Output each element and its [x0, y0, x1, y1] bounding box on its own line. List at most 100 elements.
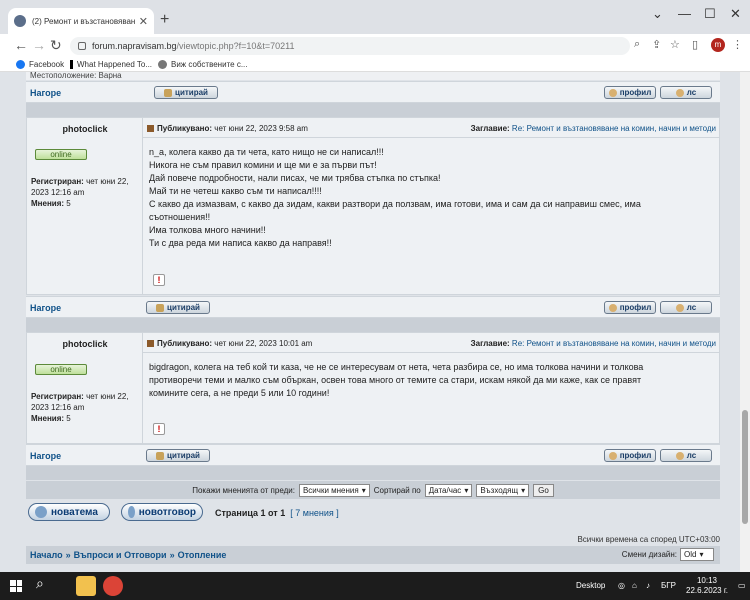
- profile-label: профил: [619, 451, 652, 460]
- breadcrumb-category[interactable]: Въпроси и Отговори: [74, 550, 167, 560]
- tab-title: (2) Ремонт и възстановяване на к: [32, 16, 135, 26]
- sidepanel-icon[interactable]: ▯: [692, 38, 698, 51]
- back-to-top-link[interactable]: Нагоре: [30, 303, 61, 313]
- post-icon: [147, 125, 154, 132]
- browser-tab[interactable]: (2) Ремонт и възстановяване на к ✕: [8, 8, 154, 34]
- timezone-note: Всички времена са според UTC+03:00: [577, 535, 720, 544]
- volume-icon[interactable]: ♪: [646, 581, 650, 590]
- post-header: Публикувано: чет юни 22, 2023 9:58 am За…: [143, 118, 719, 138]
- profile-button[interactable]: профил: [604, 449, 656, 462]
- profile-icon: [608, 451, 617, 460]
- chevron-down-icon: ▾: [521, 485, 526, 495]
- post-footer-row: Нагоре цитирай профил лс: [26, 444, 720, 466]
- profile-button[interactable]: профил: [604, 301, 656, 314]
- network-icon[interactable]: ⌂: [632, 581, 637, 590]
- bookmark-star-icon[interactable]: ☆: [670, 38, 680, 51]
- sort-order-select[interactable]: Възходящ ▾: [476, 483, 530, 497]
- zoom-icon[interactable]: ⌕: [634, 38, 640, 51]
- file-explorer-icon[interactable]: [76, 576, 96, 596]
- quote-icon: [156, 303, 165, 312]
- new-reply-icon: [128, 506, 135, 518]
- clock[interactable]: 10:13 22.6.2023 г.: [686, 576, 728, 596]
- post-line: n_a, колега какво да ти чета, като нищо …: [149, 147, 384, 157]
- share-icon[interactable]: ⇪: [652, 38, 661, 51]
- profile-button[interactable]: профил: [604, 86, 656, 99]
- quote-icon: [164, 88, 173, 97]
- post-separator: [26, 466, 720, 480]
- quote-button[interactable]: цитирай: [146, 301, 210, 314]
- facebook-icon: [16, 60, 25, 69]
- close-window-icon[interactable]: ✕: [730, 6, 741, 22]
- pm-icon: [675, 88, 684, 97]
- breadcrumb-forum[interactable]: Отопление: [178, 550, 227, 560]
- post: photoclick online Регистриран: чет юни 2…: [26, 117, 720, 295]
- url-domain: forum.napravisam.bg: [92, 41, 177, 51]
- author-column: photoclick online Регистриран: чет юни 2…: [27, 118, 143, 294]
- bookmark-what-happened[interactable]: What Happened To...: [70, 60, 152, 69]
- slash-icon: [70, 60, 73, 69]
- subject-link[interactable]: Re: Ремонт и възтановяване на комин, нач…: [512, 124, 716, 133]
- pm-button[interactable]: лс: [660, 301, 712, 314]
- profile-icon: [608, 303, 617, 312]
- author-name[interactable]: photoclick: [27, 339, 143, 349]
- chrome-icon[interactable]: [103, 576, 123, 596]
- windows-start-icon[interactable]: [10, 580, 22, 592]
- post-date: Публикувано: чет юни 22, 2023 9:58 am: [147, 124, 308, 133]
- new-tab-icon[interactable]: +: [160, 11, 169, 29]
- forward-icon[interactable]: →: [32, 37, 46, 53]
- back-to-top-link[interactable]: Нагоре: [30, 451, 61, 461]
- report-icon[interactable]: !: [153, 423, 165, 435]
- report-icon[interactable]: !: [153, 274, 165, 286]
- desktop-label[interactable]: Desktop: [576, 581, 605, 590]
- close-tab-icon[interactable]: ✕: [139, 15, 148, 28]
- breadcrumb-home[interactable]: Начало: [30, 550, 63, 560]
- scrollbar-thumb[interactable]: [742, 410, 748, 524]
- post-line: bigdragon, колега на теб кой ти каза, че…: [149, 362, 644, 372]
- sort-label: Сортирай по: [373, 485, 421, 495]
- pm-label: лс: [686, 303, 697, 312]
- profile-icon: [608, 88, 617, 97]
- chevron-down-icon: ▾: [361, 485, 366, 495]
- site-favicon-icon: [14, 15, 26, 27]
- quote-button[interactable]: цитирай: [146, 449, 210, 462]
- menu-icon[interactable]: ⋮: [732, 38, 743, 51]
- quote-button[interactable]: цитирай: [154, 86, 218, 99]
- pm-button[interactable]: лс: [660, 449, 712, 462]
- tab-bar: (2) Ремонт и възстановяване на к ✕ + ⌄ —…: [0, 0, 750, 34]
- chevron-down-icon[interactable]: ⌄: [652, 6, 663, 22]
- go-button[interactable]: Go: [533, 483, 554, 497]
- bookmark-facebook[interactable]: Facebook: [16, 60, 64, 69]
- bookmark-label: Виж собствените с...: [171, 60, 248, 69]
- post-date-value: чет юни 22, 2023 10:01 am: [214, 339, 313, 348]
- display-options-bar: Покажи мненията от преди: Всички мнения ▾…: [26, 481, 720, 499]
- post: photoclick online Регистриран: чет юни 2…: [26, 332, 720, 444]
- author-name[interactable]: photoclick: [27, 124, 143, 134]
- viber-icon[interactable]: ◎: [618, 581, 625, 590]
- new-topic-button[interactable]: новатема: [28, 503, 110, 521]
- notifications-icon[interactable]: ▭: [738, 581, 746, 590]
- url-path: /viewtopic.php?f=10&t=70211: [176, 41, 295, 51]
- design-select[interactable]: Old ▾: [680, 548, 714, 561]
- post-line: Никога не съм правил комини и ще ми е за…: [149, 160, 377, 170]
- profile-label: профил: [619, 88, 652, 97]
- design-switcher: Смени дизайн: Old ▾: [622, 548, 714, 561]
- new-reply-button[interactable]: новотговор: [121, 503, 203, 521]
- pm-button[interactable]: лс: [660, 86, 712, 99]
- posts-count: 5: [66, 199, 71, 208]
- reload-icon[interactable]: ↻: [50, 37, 62, 54]
- search-icon[interactable]: ⌕: [36, 575, 44, 592]
- sort-key-select[interactable]: Дата/час ▾: [424, 483, 473, 497]
- back-icon[interactable]: ←: [14, 37, 28, 53]
- subject-link[interactable]: Re: Ремонт и възтановяване на комин, нач…: [512, 339, 716, 348]
- maximize-icon[interactable]: ☐: [704, 6, 716, 22]
- show-posts-select[interactable]: Всички мнения ▾: [298, 483, 370, 497]
- omnibar: ← → ↻ forum.napravisam.bg /viewtopic.php…: [0, 34, 750, 58]
- address-bar[interactable]: forum.napravisam.bg /viewtopic.php?f=10&…: [70, 37, 630, 55]
- minimize-icon[interactable]: —: [678, 6, 691, 21]
- language-indicator[interactable]: БГР: [661, 581, 676, 590]
- sort-key-value: Дата/час: [428, 485, 462, 495]
- bookmark-own[interactable]: Виж собствените с...: [158, 60, 247, 69]
- back-to-top-link[interactable]: Нагоре: [30, 88, 61, 98]
- author-info: Регистриран: чет юни 22, 2023 12:16 am М…: [31, 176, 141, 209]
- avatar[interactable]: m: [711, 38, 725, 52]
